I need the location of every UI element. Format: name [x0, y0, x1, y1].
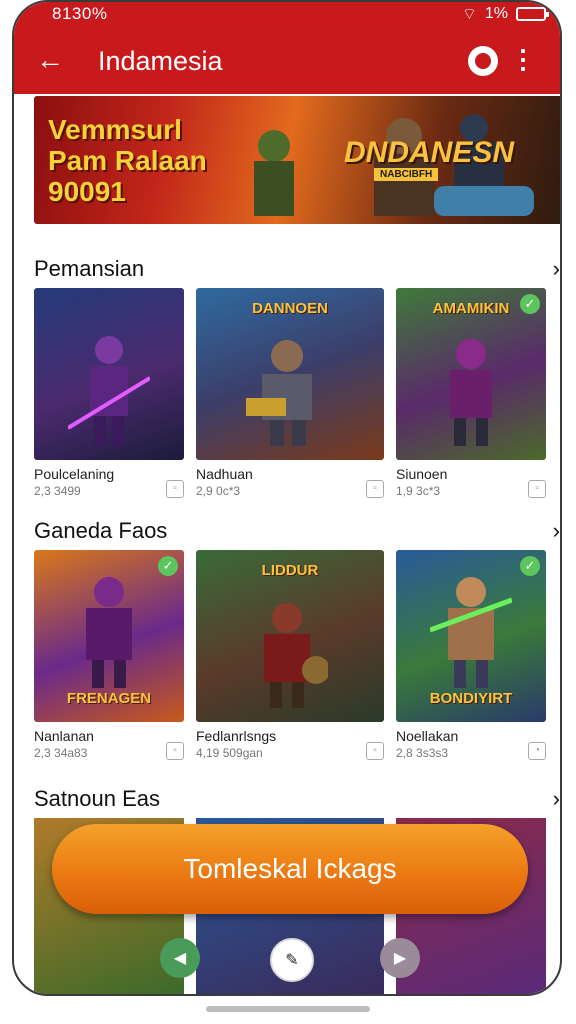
game-meta: 2,3 34a83	[34, 746, 88, 760]
game-thumbnail: LIDDUR	[196, 550, 384, 722]
game-name: Fedlanrlsngs	[196, 728, 277, 744]
download-icon[interactable]: ▫	[528, 480, 546, 498]
character-art	[86, 577, 132, 688]
game-thumbnail: DANNOEN	[196, 288, 384, 460]
installed-check-icon: ✓	[520, 294, 540, 314]
banner-line-2: Pam Ralaan	[48, 145, 207, 176]
download-icon[interactable]: ▫	[366, 480, 384, 498]
section-title: Pemansian	[34, 256, 145, 281]
prev-icon[interactable]: ◀	[160, 938, 200, 978]
game-meta: 4,19 509gan	[196, 746, 263, 760]
download-icon[interactable]: ▫	[166, 742, 184, 760]
thumb-title: FRENAGEN	[66, 690, 152, 707]
character-art	[246, 340, 312, 446]
more-vert-icon[interactable]: ⋮	[510, 44, 536, 74]
thumb-title: DANNOEN	[252, 300, 328, 317]
game-card[interactable]: DANNOEN Nadhuan 2,9 0c*3 ▫	[196, 288, 384, 498]
game-thumbnail: BONDIYIRT ✓	[396, 550, 546, 722]
game-meta: 2,8 3s3s3	[396, 746, 449, 760]
edit-icon[interactable]: ✎	[270, 938, 314, 982]
character-art	[264, 603, 328, 708]
game-name: Poulcelaning	[34, 466, 115, 482]
installed-check-icon: ✓	[158, 556, 178, 576]
battery-icon	[516, 7, 549, 21]
game-name: Siunoen	[396, 466, 448, 482]
installed-check-icon: ✓	[520, 556, 540, 576]
game-name: Noellakan	[396, 728, 459, 744]
wifi-icon: ⌔	[461, 6, 477, 23]
status-icons: ⌔ 1%	[461, 4, 549, 24]
thumb-title: BONDIYIRT	[429, 690, 513, 707]
character-art	[68, 336, 150, 446]
thumb-title: LIDDUR	[261, 562, 319, 579]
back-arrow-icon[interactable]: ←	[36, 46, 64, 74]
game-meta: 1,9 3c*3	[396, 484, 441, 498]
banner-subtitle: NABCIBFH	[374, 168, 439, 181]
game-card[interactable]: LIDDUR Fedlanrlsngs 4,19 509gan ▫	[196, 550, 384, 760]
avatar[interactable]	[468, 46, 498, 76]
section-title: Ganeda Faos	[34, 518, 168, 543]
game-card[interactable]: BONDIYIRT ✓ Noellakan 2,8 3s3s3 ◔	[396, 550, 546, 760]
game-thumbnail: AMAMIKIN ✓	[396, 288, 546, 460]
app-bar: 8130% ⌔ 1% ← Indamesia ⋮	[14, 2, 560, 94]
game-meta: 2,3 3499	[34, 484, 81, 498]
game-card[interactable]: Poulcelaning 2,3 3499 ▫	[34, 288, 184, 498]
page-title: Indamesia	[98, 46, 223, 76]
section-more-icon[interactable]: ›	[553, 518, 560, 544]
play-icon[interactable]: ▶	[380, 938, 420, 978]
home-indicator[interactable]	[206, 1006, 370, 1012]
status-time: 8130%	[52, 4, 108, 23]
banner-logo: DNDANESN	[344, 136, 515, 169]
section-more-icon[interactable]: ›	[553, 786, 560, 812]
battery-percent: 1%	[484, 5, 508, 22]
banner-line-1: Vemmsurl	[48, 114, 182, 145]
character-art	[450, 339, 492, 446]
game-thumbnail: FRENAGEN ✓	[34, 550, 184, 722]
section-title: Satnoun Eas	[34, 786, 160, 811]
game-name: Nadhuan	[196, 466, 253, 482]
promo-banner[interactable]: Vemmsurl Pam Ralaan 90091 DNDANESN NABCI…	[34, 96, 560, 224]
game-card[interactable]: AMAMIKIN ✓ Siunoen 1,9 3c*3 ▫	[396, 288, 546, 498]
download-icon[interactable]: ▫	[366, 742, 384, 760]
download-icon[interactable]: ◔	[528, 742, 546, 760]
game-meta: 2,9 0c*3	[196, 484, 241, 498]
game-thumbnail	[34, 288, 184, 460]
section-more-icon[interactable]: ›	[553, 256, 560, 282]
phone-frame: 8130% ⌔ 1% ← Indamesia ⋮ Vemmsurl Pam Ra…	[12, 0, 562, 996]
primary-cta-button[interactable]: Tomleskal Ickags	[52, 824, 528, 914]
character-art	[430, 577, 512, 688]
game-card[interactable]: FRENAGEN ✓ Nanlanan 2,3 34a83 ▫	[34, 550, 184, 760]
game-name: Nanlanan	[34, 728, 94, 744]
banner-line-3: 90091	[48, 176, 126, 207]
download-icon[interactable]: ▫	[166, 480, 184, 498]
banner-headline: Vemmsurl Pam Ralaan 90091	[48, 114, 207, 207]
